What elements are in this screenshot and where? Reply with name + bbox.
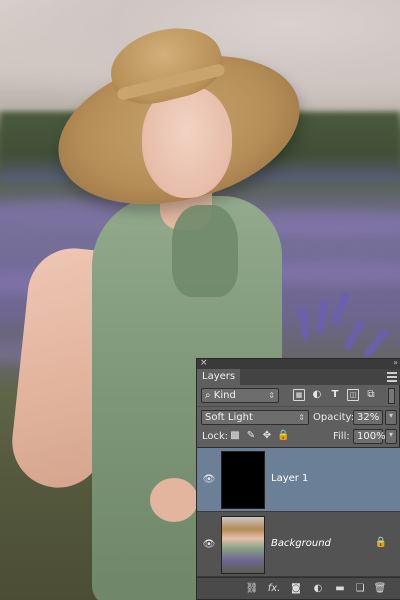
lavender-sprig xyxy=(297,305,311,341)
smart-object-filter-icon[interactable]: ⧉ xyxy=(365,389,377,401)
tab-layers[interactable]: Layers xyxy=(197,369,241,385)
chevron-down-icon: ▾ xyxy=(388,411,393,420)
opacity-label: Opacity: xyxy=(313,412,355,423)
layer-name[interactable]: Background xyxy=(271,537,331,551)
layers-list: 👁 Layer 1 👁 Background 🔒 xyxy=(197,447,400,577)
layer-thumbnail xyxy=(221,451,265,509)
eye-icon[interactable]: 👁 xyxy=(201,472,217,488)
lock-brush-icon[interactable]: ✎ xyxy=(245,430,257,442)
lavender-sprig xyxy=(329,291,351,327)
folder-icon[interactable]: ▬ xyxy=(333,582,347,596)
eye-icon[interactable]: 👁 xyxy=(201,537,217,553)
fx-icon[interactable]: fx. xyxy=(267,582,281,596)
layer-row-background[interactable]: 👁 Background 🔒 xyxy=(197,513,400,577)
lock-transparent-icon[interactable]: ▩ xyxy=(229,430,241,442)
filter-kind-value: Kind xyxy=(213,390,236,401)
lock-all-icon[interactable]: 🔒 xyxy=(277,430,289,442)
adjustment-filter-icon[interactable]: ◐ xyxy=(311,389,323,401)
fill-dropdown[interactable]: ▾ xyxy=(385,429,397,444)
adjustment-icon[interactable]: ◐ xyxy=(311,582,325,596)
collapse-icon[interactable]: » xyxy=(393,358,398,368)
lock-icon: 🔒 xyxy=(374,537,387,548)
new-layer-icon[interactable]: ❏ xyxy=(353,582,367,596)
mask-icon[interactable]: ◙ xyxy=(289,582,303,596)
opacity-input[interactable]: 32% xyxy=(353,410,383,425)
shape-filter-icon[interactable]: ◫ xyxy=(347,389,359,401)
chevron-down-icon: ▾ xyxy=(388,430,393,439)
panel-title-bar[interactable]: × » xyxy=(197,358,400,369)
opacity-dropdown[interactable]: ▾ xyxy=(385,410,397,425)
woman-hand xyxy=(150,478,198,522)
lock-row: Lock: ▩ ✎ ✥ 🔒 Fill: 100% ▾ xyxy=(197,427,400,447)
link-icon[interactable]: ⛓ xyxy=(245,582,259,596)
layers-panel: × » Layers ⌕ Kind ⇕ ▦ ◐ T ◫ ⧉ Soft Light… xyxy=(196,358,400,600)
panel-menu-icon[interactable] xyxy=(387,372,397,382)
dress-bow xyxy=(172,205,238,297)
filter-kind-select[interactable]: ⌕ Kind ⇕ xyxy=(201,388,279,403)
blend-row: Soft Light ⇕ Opacity: 32% ▾ xyxy=(197,406,400,427)
panel-tab-bar: Layers xyxy=(197,369,400,385)
filter-row: ⌕ Kind ⇕ ▦ ◐ T ◫ ⧉ xyxy=(197,385,400,406)
lock-move-icon[interactable]: ✥ xyxy=(261,430,273,442)
lavender-sprig xyxy=(315,299,329,335)
pixel-filter-icon[interactable]: ▦ xyxy=(293,389,305,401)
lavender-sprig xyxy=(342,318,366,352)
close-icon[interactable]: × xyxy=(200,358,208,368)
lock-label: Lock: xyxy=(202,431,229,442)
chevron-updown-icon: ⇕ xyxy=(268,391,275,400)
panel-bottom-bar: ⛓ fx. ◙ ◐ ▬ ❏ 🗑 xyxy=(197,577,400,599)
blend-mode-value: Soft Light xyxy=(205,412,253,423)
layer-row-layer-1[interactable]: 👁 Layer 1 xyxy=(197,448,400,512)
layer-name[interactable]: Layer 1 xyxy=(271,472,308,486)
trash-icon[interactable]: 🗑 xyxy=(373,582,387,596)
lavender-sprig xyxy=(362,327,390,359)
filter-toggle[interactable] xyxy=(388,388,395,404)
type-filter-icon[interactable]: T xyxy=(329,389,341,401)
layer-thumbnail xyxy=(221,516,265,574)
fill-label: Fill: xyxy=(333,431,350,442)
search-icon: ⌕ xyxy=(205,390,211,401)
blend-mode-select[interactable]: Soft Light ⇕ xyxy=(201,410,309,425)
chevron-updown-icon: ⇕ xyxy=(298,413,305,422)
fill-input[interactable]: 100% xyxy=(353,429,386,444)
